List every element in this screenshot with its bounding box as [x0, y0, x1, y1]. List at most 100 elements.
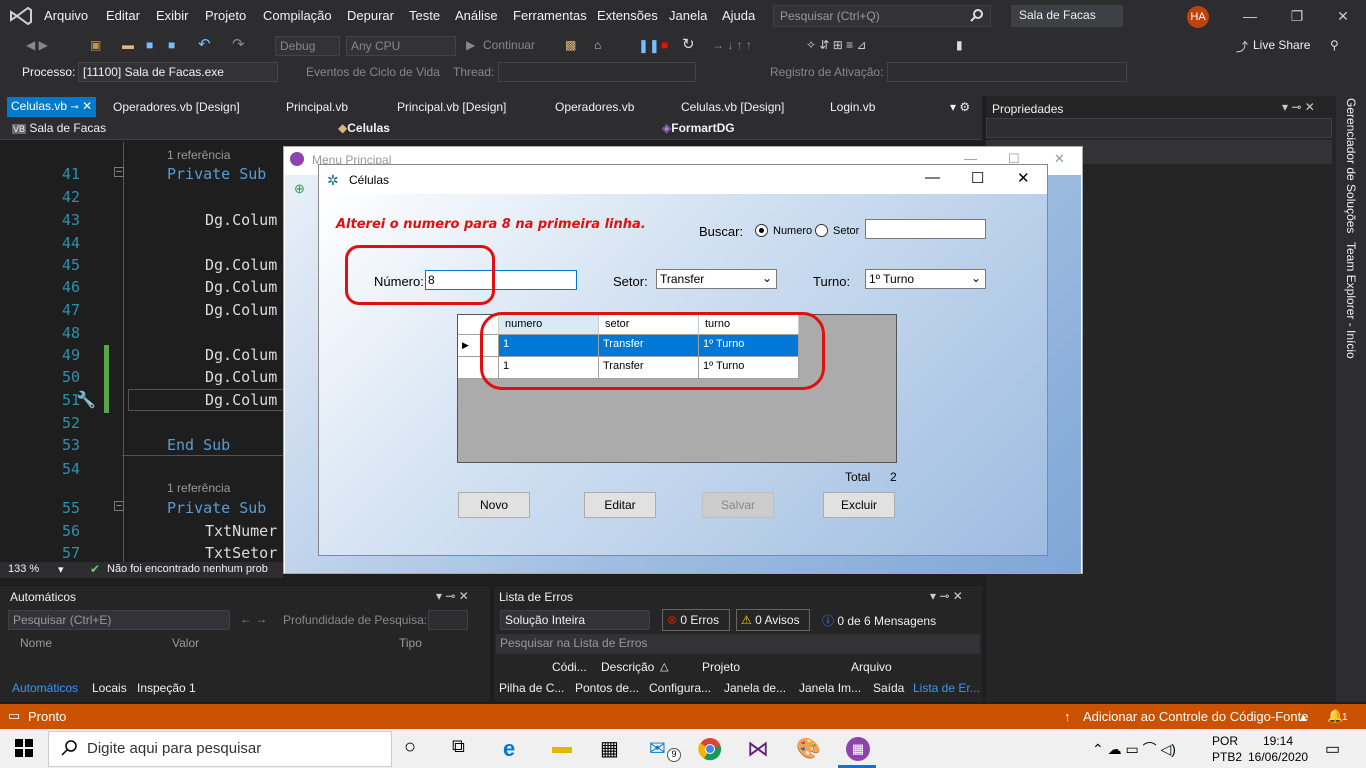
menu-exibir[interactable]: Exibir — [156, 8, 189, 23]
radio-setor[interactable] — [815, 224, 828, 237]
buscar-input[interactable] — [865, 219, 986, 239]
issues-status[interactable]: Não foi encontrado nenhum prob — [107, 563, 268, 575]
windows-start-icon[interactable] — [15, 739, 33, 757]
cortana-icon[interactable]: ○ — [404, 736, 430, 762]
excluir-button[interactable]: Excluir — [823, 492, 895, 518]
tab-command-window[interactable]: Janela de... — [724, 681, 786, 695]
hot-reload-icon[interactable]: ⌂ — [594, 38, 601, 52]
messages-filter-button[interactable]: ⓘ 0 de 6 Mensagens — [818, 609, 948, 631]
menu-ajuda[interactable]: Ajuda — [722, 8, 755, 23]
bookmark-icon[interactable]: ▮ — [956, 38, 963, 52]
column-header-file[interactable]: Arquivo — [851, 660, 892, 674]
clock-time[interactable]: 19:14 — [1263, 734, 1293, 748]
tab-exception-settings[interactable]: Configura... — [649, 681, 711, 695]
tab-call-stack[interactable]: Pilha de C... — [499, 681, 564, 695]
continue-icon[interactable]: ▶ — [466, 38, 475, 52]
tab-principal-vb[interactable]: Principal.vb — [286, 100, 348, 114]
tab-locals[interactable]: Locais — [92, 681, 127, 695]
taskbar-search-input[interactable]: Digite aqui para pesquisar — [48, 731, 392, 767]
editar-button[interactable]: Editar — [584, 492, 656, 518]
zoom-level[interactable]: 133 % — [8, 563, 39, 575]
open-folder-icon[interactable]: ▬ — [122, 38, 134, 52]
lifecycle-events[interactable]: Eventos de Ciclo de Vida — [306, 65, 440, 79]
radio-numero-label[interactable]: Numero — [773, 225, 812, 237]
clock-date[interactable]: 16/06/2020 — [1248, 750, 1308, 764]
menu-compilacao[interactable]: Compilação — [263, 8, 332, 23]
project-dropdown[interactable]: VB Sala de Facas — [8, 120, 330, 138]
tab-celulas-design[interactable]: Celulas.vb [Design] — [681, 100, 784, 114]
breakpoint-icons[interactable]: ✧ ⇵ ⊞ ≡ ⊿ — [806, 38, 867, 52]
tab-celulas-vb[interactable]: Celulas.vb ⊸ ✕ — [7, 97, 97, 117]
search-depth-select[interactable] — [428, 610, 468, 630]
tab-operadores-design[interactable]: Operadores.vb [Design] — [113, 100, 240, 114]
team-explorer-tab[interactable]: Team Explorer - Início — [1344, 242, 1358, 359]
class-dropdown[interactable]: ◆Celulas — [334, 120, 654, 138]
process-icon[interactable]: ▩ — [565, 38, 576, 52]
task-view-icon[interactable]: ⧉ — [452, 736, 478, 762]
close-button[interactable]: ✕ — [1017, 169, 1030, 187]
keyboard-layout[interactable]: PTB2 — [1212, 750, 1242, 764]
tray-icons[interactable]: ⌃ ☁ ▭ ⌒ ◁) — [1092, 739, 1176, 759]
column-header-project[interactable]: Projeto — [702, 660, 740, 674]
pause-icon[interactable]: ❚❚ — [638, 38, 660, 54]
menu-janela[interactable]: Janela — [669, 8, 707, 23]
minimize-button[interactable]: — — [1240, 6, 1260, 26]
menu-projeto[interactable]: Projeto — [205, 8, 246, 23]
save-icon[interactable]: ■ — [146, 38, 153, 52]
notifications-icon[interactable]: 🔔 — [1327, 708, 1343, 724]
reference-hint[interactable]: 1 referência — [167, 148, 230, 162]
tab-overflow-icon[interactable]: ▾ ⚙ — [950, 100, 970, 114]
save-all-icon[interactable]: ■ — [168, 38, 175, 52]
error-search-input[interactable]: Pesquisar na Lista de Erros — [496, 634, 980, 654]
edge-icon[interactable]: e — [503, 736, 529, 762]
close-button[interactable]: ✕ — [1054, 151, 1065, 167]
tab-error-list[interactable]: Lista de Er... — [913, 681, 980, 695]
column-header-description[interactable]: Descrição — [601, 660, 654, 674]
method-dropdown[interactable]: ◈FormartDG — [658, 120, 980, 138]
tab-breakpoints[interactable]: Pontos de... — [575, 681, 639, 695]
menu-depurar[interactable]: Depurar — [347, 8, 394, 23]
salvar-button[interactable]: Salvar — [702, 492, 774, 518]
minimize-button[interactable]: — — [925, 169, 940, 186]
continue-button[interactable]: Continuar — [483, 38, 535, 52]
back-icon[interactable]: ◀ ▶ — [26, 38, 48, 52]
step-icons[interactable]: → ↓ ↑ ↑ — [712, 38, 752, 52]
warnings-filter-button[interactable]: ⚠ 0 Avisos — [736, 609, 810, 631]
menu-editar[interactable]: Editar — [106, 8, 140, 23]
search-input[interactable]: Pesquisar (Ctrl+Q) — [773, 5, 991, 27]
tab-close-icon[interactable]: ✕ — [82, 99, 92, 113]
tab-output[interactable]: Saída — [873, 681, 904, 695]
pin-icon[interactable]: ⊸ — [70, 102, 78, 113]
menu-teste[interactable]: Teste — [409, 8, 440, 23]
file-explorer-icon[interactable]: ▬ — [552, 736, 578, 762]
avatar[interactable]: HA — [1187, 6, 1209, 28]
maximize-button[interactable]: ☐ — [971, 169, 984, 187]
collapse-icon[interactable]: − — [114, 501, 124, 512]
stack-frame-select[interactable] — [887, 62, 1127, 82]
tab-autos[interactable]: Automáticos — [12, 681, 78, 695]
tab-immediate-window[interactable]: Janela Im... — [799, 681, 861, 695]
action-center-icon[interactable]: ▭ — [1325, 739, 1340, 759]
language-code[interactable]: POR — [1212, 734, 1238, 748]
visual-studio-taskbar-icon[interactable]: ⋈ — [747, 736, 773, 762]
menu-analise[interactable]: Análise — [455, 8, 498, 23]
redo-icon[interactable]: ↷ — [232, 35, 245, 53]
error-scope-select[interactable]: Solução Inteira — [500, 610, 650, 630]
menu-ferramentas[interactable]: Ferramentas — [513, 8, 587, 23]
stop-icon[interactable]: ■ — [661, 38, 668, 52]
live-share-button[interactable]: Live Share — [1253, 38, 1310, 52]
nav-arrows-icon[interactable]: ← → — [240, 612, 267, 626]
reference-hint[interactable]: 1 referência — [167, 481, 230, 495]
menu-extensoes[interactable]: Extensões — [597, 8, 658, 23]
radio-numero[interactable] — [755, 224, 768, 237]
app-grid-icon[interactable]: ▦ — [846, 737, 870, 761]
menu-arquivo[interactable]: Arquivo — [44, 8, 88, 23]
column-header-name[interactable]: Nome — [20, 636, 52, 650]
solution-explorer-tab[interactable]: Gerenciador de Soluções — [1344, 98, 1358, 233]
panel-options-icon[interactable]: ▾ ⊸ ✕ — [930, 589, 963, 603]
config-select[interactable]: Debug — [275, 36, 340, 56]
column-header-value[interactable]: Valor — [172, 636, 199, 650]
autos-search-input[interactable]: Pesquisar (Ctrl+E) — [8, 610, 230, 630]
panel-options-icon[interactable]: ▾ ⊸ ✕ — [1282, 100, 1315, 114]
column-header-type[interactable]: Tipo — [399, 636, 422, 650]
